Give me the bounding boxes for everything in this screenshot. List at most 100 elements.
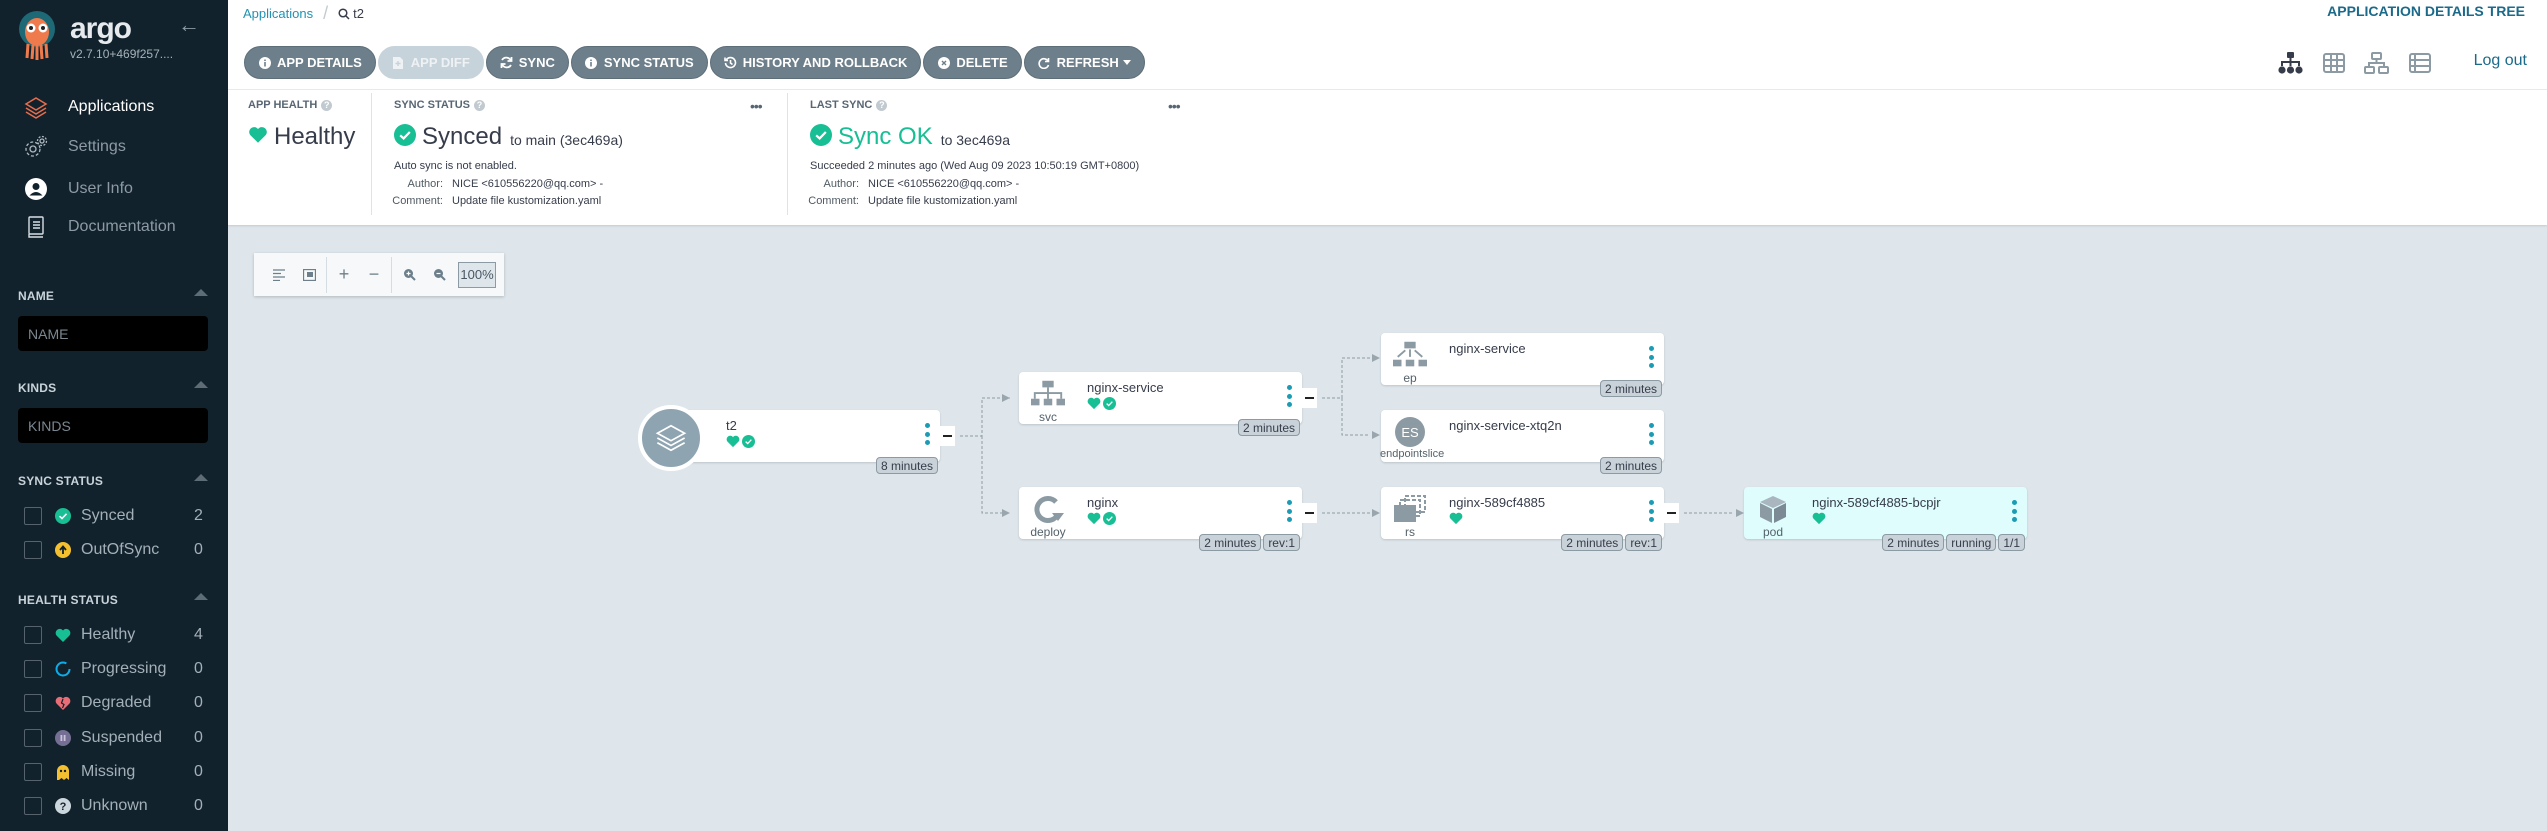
name-filter-title: NAME [18, 289, 55, 303]
nav-item-documentation[interactable]: Documentation [0, 211, 228, 243]
sync-status-button[interactable]: SYNC STATUS [570, 46, 708, 79]
help-icon[interactable]: ? [321, 99, 333, 111]
help-icon[interactable]: ? [474, 99, 485, 111]
replicaset-node[interactable]: rs nginx-589cf4885 2 minutes rev:1 [1381, 487, 1664, 551]
filter-unknown[interactable]: ? Unknown 0 [0, 793, 228, 819]
service-icon [1031, 379, 1065, 409]
argo-logo[interactable] [16, 10, 58, 60]
times-circle-icon [937, 56, 950, 69]
history-and-rollback-button[interactable]: HISTORY AND ROLLBACK [709, 46, 922, 79]
unknown-checkbox[interactable] [24, 797, 42, 815]
delete-button[interactable]: DELETE [923, 46, 1022, 79]
network-view-icon[interactable] [2364, 50, 2389, 75]
filter-missing[interactable]: Missing 0 [0, 759, 228, 785]
service-node[interactable]: svc nginx-service 2 minutes [1019, 372, 1302, 436]
node-status-icons [726, 435, 755, 448]
version-label: v2.7.10+469f257.... [70, 47, 174, 61]
node-menu-icon[interactable] [1286, 385, 1292, 407]
node-menu-icon[interactable] [1648, 423, 1654, 445]
refresh-button[interactable]: REFRESH [1023, 46, 1145, 79]
app-details-button[interactable]: APP DETAILS [244, 46, 376, 79]
graph-toolbar: + − 100% [254, 253, 504, 296]
filter-progressing[interactable]: Progressing 0 [0, 656, 228, 682]
progressing-checkbox[interactable] [24, 660, 42, 678]
last-sync-more-icon[interactable]: ••• [1168, 98, 1181, 114]
zoom-out-icon[interactable] [424, 260, 454, 290]
search-icon[interactable] [338, 7, 350, 20]
degraded-checkbox[interactable] [24, 694, 42, 712]
node-status-icons [1087, 397, 1116, 410]
outofsync-checkbox[interactable] [24, 541, 42, 559]
node-menu-icon[interactable] [1648, 500, 1654, 522]
age-tag: 2 minutes [1199, 534, 1262, 551]
nav-item-applications[interactable]: Applications [0, 91, 228, 123]
zoom-in-icon[interactable] [394, 260, 424, 290]
endpoints-node[interactable]: ep nginx-service 2 minutes [1381, 333, 1664, 397]
node-menu-icon[interactable] [2011, 500, 2017, 522]
breadcrumb-applications-link[interactable]: Applications [243, 6, 313, 21]
app-health-value: Healthy [248, 123, 355, 151]
last-sync-note: Succeeded 2 minutes ago (Wed Aug 09 2023… [810, 160, 1140, 172]
list-view-icon[interactable] [2407, 50, 2432, 75]
last-sync-comment: Comment: Update file kustomization.yaml [808, 195, 1018, 207]
toolbar-divider [326, 256, 327, 293]
collapse-all-minus-icon[interactable]: − [359, 260, 389, 290]
app-diff-button[interactable]: APP DIFF [377, 46, 484, 79]
sync-status-filter-title: SYNC STATUS [18, 474, 104, 488]
tree-view-icon[interactable] [2278, 50, 2303, 75]
check-circle-icon [742, 435, 755, 448]
filter-label: Healthy [81, 626, 136, 643]
collapse-name-filter-caret-icon[interactable] [194, 289, 208, 296]
edge-svc-es [1341, 398, 1370, 436]
expand-all-plus-icon[interactable]: + [329, 260, 359, 290]
help-icon[interactable]: ? [876, 99, 888, 111]
collapse-node-button[interactable] [940, 426, 955, 446]
deployment-node[interactable]: deploy nginx 2 minutes rev:1 [1019, 487, 1302, 551]
pods-view-icon[interactable] [2321, 50, 2346, 75]
filter-healthy[interactable]: Healthy 4 [0, 622, 228, 648]
filter-suspended[interactable]: Suspended 0 [0, 725, 228, 751]
filter-count: 0 [194, 660, 203, 677]
collapse-node-button[interactable] [1302, 388, 1317, 408]
collapse-health-status-caret-icon[interactable] [194, 593, 208, 600]
filter-outofsync[interactable]: OutOfSync 0 [0, 537, 228, 563]
fit-screen-icon[interactable] [294, 260, 324, 290]
collapse-sync-status-caret-icon[interactable] [194, 474, 208, 481]
sync-button[interactable]: SYNC [485, 46, 569, 79]
suspended-checkbox[interactable] [24, 729, 42, 747]
kinds-filter-input[interactable] [18, 408, 208, 443]
node-menu-icon[interactable] [924, 423, 930, 445]
status-panel: APP HEALTH? Healthy SYNC STATUS? Synced … [228, 90, 2547, 225]
logout-link[interactable]: Log out [2474, 52, 2527, 70]
collapse-sidebar-arrow-icon[interactable]: ← [178, 12, 200, 38]
node-tags: 2 minutes [1599, 457, 1662, 474]
sync-status-more-icon[interactable]: ••• [750, 98, 763, 114]
pod-cube-icon [1756, 494, 1790, 524]
node-menu-icon[interactable] [1648, 346, 1654, 368]
synced-checkbox[interactable] [24, 507, 42, 525]
app-node-icon[interactable] [638, 405, 704, 471]
zoom-level: 100% [458, 261, 496, 288]
collapse-node-button[interactable] [1664, 503, 1679, 523]
healthy-checkbox[interactable] [24, 626, 42, 644]
name-filter-input[interactable] [18, 316, 208, 351]
collapse-node-button[interactable] [1302, 503, 1317, 523]
endpointslice-node[interactable]: ES endpointslice nginx-service-xtq2n 2 m… [1380, 410, 1664, 474]
missing-checkbox[interactable] [24, 763, 42, 781]
pod-node[interactable]: pod nginx-589cf4885-bcpjr 2 minutes runn… [1744, 487, 2027, 551]
align-left-icon[interactable] [264, 260, 294, 290]
edge-arrowhead [1002, 394, 1010, 402]
filter-count: 0 [194, 763, 203, 780]
node-menu-icon[interactable] [1286, 500, 1292, 522]
app-node[interactable]: t2 8 minutes [666, 410, 940, 474]
edge-arrowhead [1002, 509, 1010, 517]
nav-item-user-info[interactable]: User Info [0, 173, 228, 205]
last-sync-value: Sync OK to 3ec469a [810, 123, 1010, 151]
nav-item-settings[interactable]: Settings [0, 131, 228, 163]
collapse-kinds-filter-caret-icon[interactable] [194, 381, 208, 388]
node-name: t2 [726, 418, 737, 433]
heart-icon [1087, 512, 1101, 525]
filter-synced[interactable]: Synced 2 [0, 503, 228, 529]
node-name: nginx-589cf4885-bcpjr [1812, 495, 1941, 510]
filter-degraded[interactable]: Degraded 0 [0, 690, 228, 716]
